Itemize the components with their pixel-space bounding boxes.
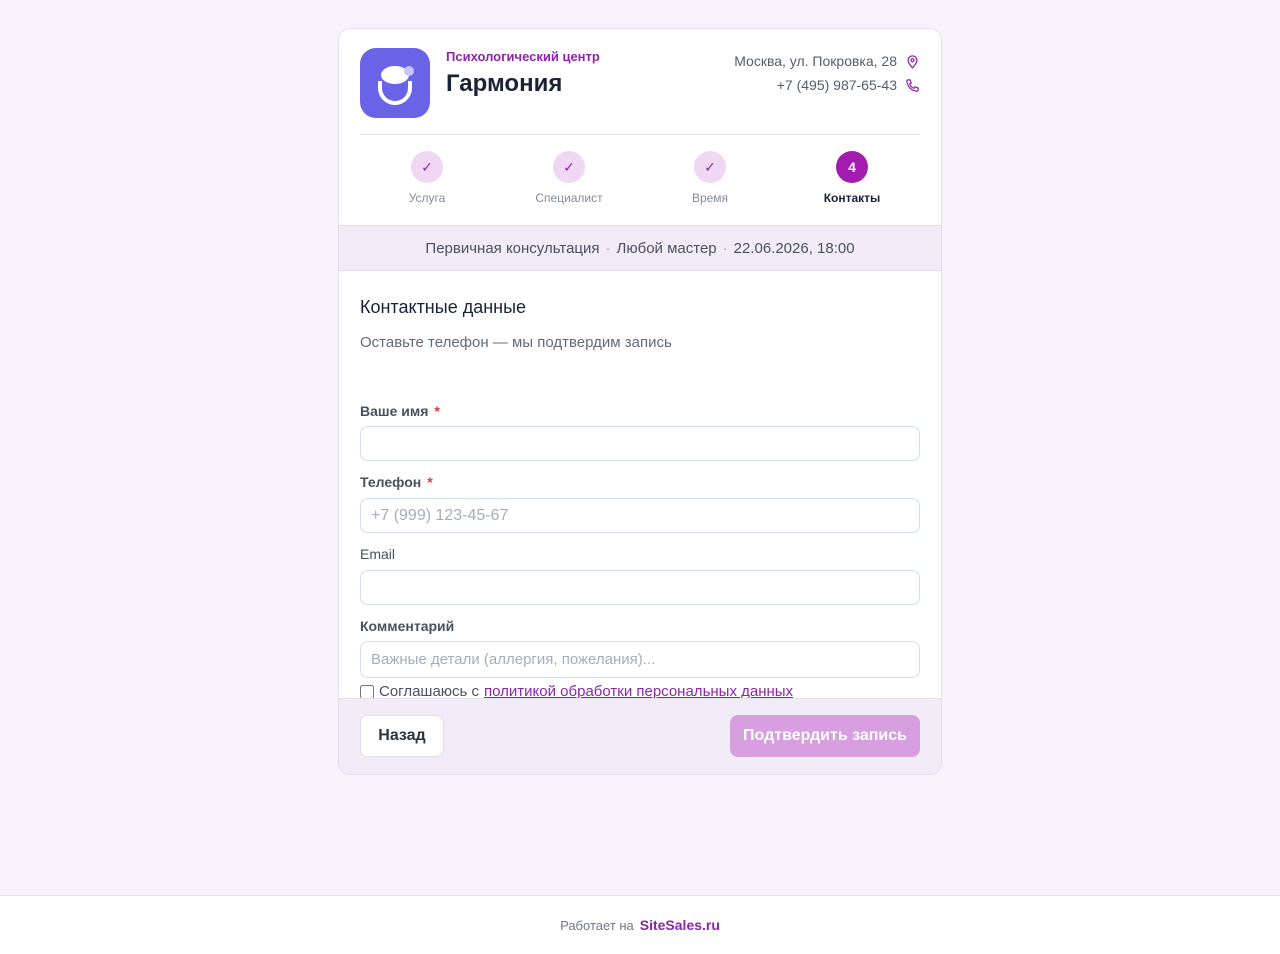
- consent-checkbox[interactable]: [360, 684, 374, 699]
- header: Психологический центр Гармония Москва, у…: [360, 48, 920, 134]
- email-input[interactable]: [360, 570, 920, 605]
- center-subtitle: Психологический центр: [446, 49, 600, 64]
- required-mark: *: [427, 474, 433, 490]
- summary-datetime: 22.06.2026, 18:00: [733, 239, 855, 257]
- email-label: Email: [360, 546, 396, 562]
- comment-label: Комментарий: [360, 618, 455, 634]
- step-contacts[interactable]: 4 Контакты: [787, 151, 917, 205]
- required-mark: *: [434, 403, 440, 419]
- address: Москва, ул. Покровка, 28: [734, 53, 920, 69]
- location-pin-icon: [907, 54, 918, 69]
- name-input[interactable]: [360, 426, 920, 461]
- check-icon: ✓: [553, 151, 585, 183]
- phone-icon: [906, 78, 919, 92]
- booking-summary: Первичная консультация · Любой мастер · …: [339, 225, 941, 271]
- summary-service: Первичная консультация: [425, 239, 600, 257]
- phone-label: Телефон *: [360, 474, 433, 490]
- summary-master: Любой мастер: [616, 239, 717, 257]
- stepper: ✓ Услуга ✓ Специалист ✓ Время 4 Контакты: [360, 151, 920, 211]
- page-footer: Работает на SiteSales.ru: [0, 895, 1280, 954]
- check-icon: ✓: [411, 151, 443, 183]
- phone[interactable]: +7 (495) 987-65-43: [777, 77, 920, 93]
- check-icon: ✓: [694, 151, 726, 183]
- name-label-text: Ваше имя: [360, 403, 429, 419]
- form-title: Контактные данные: [360, 297, 527, 317]
- step-specialist[interactable]: ✓ Специалист: [504, 151, 634, 205]
- powered-by-text: Работает на: [560, 917, 634, 933]
- contact-form: Контактные данные Оставьте телефон — мы …: [360, 297, 920, 700]
- summary-separator: ·: [722, 239, 728, 257]
- booking-card: Психологический центр Гармония Москва, у…: [338, 28, 942, 775]
- brand-link[interactable]: SiteSales.ru: [640, 917, 720, 933]
- step-number: 4: [836, 151, 868, 183]
- form-subtitle: Оставьте телефон — мы подтвердим запись: [360, 334, 672, 351]
- logo: [360, 48, 430, 118]
- phone-text[interactable]: +7 (495) 987-65-43: [777, 77, 897, 93]
- header-divider: [360, 134, 920, 135]
- step-label: Специалист: [535, 191, 603, 205]
- actions-bar: Назад Подтвердить запись: [339, 698, 941, 774]
- logo-smile-shape: [378, 81, 412, 105]
- name-label: Ваше имя *: [360, 403, 440, 419]
- comment-input[interactable]: [360, 641, 920, 678]
- step-time[interactable]: ✓ Время: [645, 151, 775, 205]
- step-label: Услуга: [408, 191, 446, 205]
- summary-separator: ·: [605, 239, 611, 257]
- step-service[interactable]: ✓ Услуга: [362, 151, 492, 205]
- back-button[interactable]: Назад: [360, 715, 444, 757]
- confirm-button[interactable]: Подтвердить запись: [730, 715, 920, 757]
- step-label: Время: [691, 191, 729, 205]
- step-label: Контакты: [823, 191, 881, 205]
- logo-dot-shape: [404, 66, 414, 76]
- phone-label-text: Телефон: [360, 474, 422, 490]
- address-text: Москва, ул. Покровка, 28: [734, 53, 897, 69]
- center-title: Гармония: [446, 70, 563, 97]
- phone-input[interactable]: [360, 498, 920, 533]
